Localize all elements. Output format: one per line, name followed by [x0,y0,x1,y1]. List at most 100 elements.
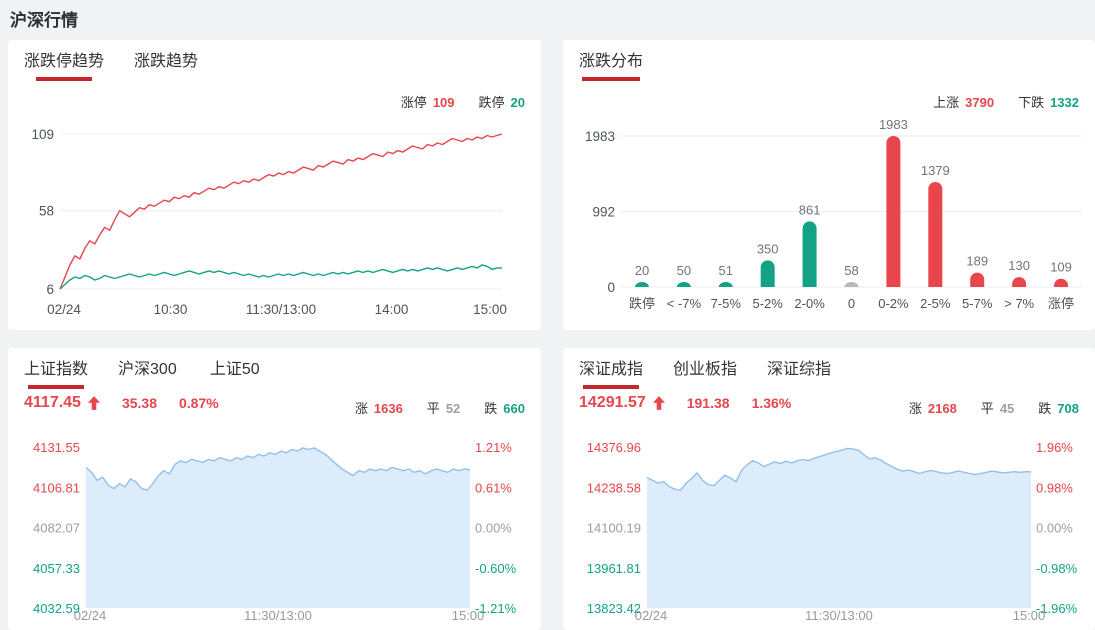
svg-text:14376.96: 14376.96 [587,440,641,455]
limit-trend-tabs: 涨跌停趋势 涨跌趋势 [24,52,198,81]
sh-index-tabs: 上证指数 沪深300 上证50 [24,360,263,389]
tab-label: 深证成指 [579,361,644,378]
sz-index-panel: 深证成指 创业板指 深证综指 14291.57 191.38 1.36% 涨 2… [563,348,1095,630]
sh-index-breadth: 涨 1636 平 52 跌 660 [355,398,525,417]
active-tab-underline [28,385,84,389]
flat-count-stat: 平 52 [426,401,461,416]
svg-text:189: 189 [966,254,988,269]
sz-index-change: 191.38 [686,395,730,411]
svg-text:7-5%: 7-5% [711,296,742,311]
tab-sh-composite[interactable]: 上证指数 [24,360,88,389]
sh-index-panel: 上证指数 沪深300 上证50 4117.45 35.38 0.87% 涨 16… [8,348,541,630]
svg-text:130: 130 [1008,258,1030,273]
distribution-chart: 0 992 1983 20 跌停 50 < -7% 51 7-5% 350 5-2% 861 2-0% 5… [585,117,1082,311]
svg-text:58: 58 [844,263,858,278]
svg-text:13961.81: 13961.81 [587,561,641,576]
svg-text:861: 861 [799,202,821,217]
tab-sz-component[interactable]: 深证成指 [579,360,643,389]
decliners-label: 下跌 [1018,95,1045,110]
svg-text:1983: 1983 [585,129,615,144]
tab-label: 沪深300 [118,361,177,378]
svg-text:跌停: 跌停 [629,296,655,311]
svg-text:992: 992 [592,204,615,219]
advancers-stat: 上涨 3790 [933,92,994,111]
svg-text:4082.07: 4082.07 [33,521,80,536]
limit-down-value: 20 [510,95,525,110]
title-underline [582,77,640,81]
limit-down-stat: 跌停 20 [479,92,525,111]
svg-text:0.61%: 0.61% [475,480,512,495]
tab-label: 上证指数 [24,361,89,378]
svg-text:109: 109 [1050,260,1072,275]
page-title: 沪深行情 [10,11,78,30]
sz-index-quote: 14291.57 191.38 1.36% [579,394,791,412]
up-count-stat: 涨 1636 [354,401,403,416]
svg-text:350: 350 [757,241,779,256]
sz-index-breadth: 涨 2168 平 45 跌 708 [909,398,1079,417]
tab-updown-trend[interactable]: 涨跌趋势 [134,52,198,81]
svg-text:15:00: 15:00 [473,302,507,317]
limit-up-label: 涨停 [400,95,427,110]
sz-index-price: 14291.57 [579,394,646,411]
svg-text:4131.55: 4131.55 [33,440,80,455]
svg-text:> 7%: > 7% [1004,296,1034,311]
distribution-legend: 上涨 3790 下跌 1332 [933,92,1079,111]
tab-csi300[interactable]: 沪深300 [118,360,177,389]
decliners-stat: 下跌 1332 [1018,92,1079,111]
svg-text:2-5%: 2-5% [920,296,951,311]
up-arrow-icon [87,396,100,410]
limit-up-stat: 涨停 109 [401,92,455,111]
svg-text:涨停: 涨停 [1048,296,1074,311]
svg-text:-0.98%: -0.98% [1036,561,1078,576]
tab-label: 创业板指 [673,361,738,378]
up-arrow-icon [652,396,665,410]
active-tab-underline [583,385,639,389]
tab-sse50[interactable]: 上证50 [207,360,263,389]
tab-label: 涨跌停趋势 [24,53,105,70]
sh-index-price: 4117.45 [24,394,81,411]
svg-text:< -7%: < -7% [667,296,702,311]
svg-text:1379: 1379 [921,163,950,178]
up-count-stat: 涨 2168 [908,401,957,416]
svg-text:02/24: 02/24 [635,608,668,623]
svg-text:58: 58 [39,204,54,219]
sh-index-quote: 4117.45 35.38 0.87% [24,394,219,412]
svg-text:14238.58: 14238.58 [587,480,641,495]
panel-title-distribution: 涨跌分布 [579,52,643,81]
panel-title-label: 涨跌分布 [579,53,644,70]
svg-text:02/24: 02/24 [47,302,81,317]
sh-index-chart: 4131.55 1.21% 4106.81 0.61% 4082.07 0.00% 4057… [33,440,517,623]
sh-index-percent: 0.87% [179,395,219,411]
distribution-header: 涨跌分布 [579,52,643,81]
svg-text:51: 51 [719,263,733,278]
down-count-stat: 跌 660 [484,401,525,416]
svg-text:2-0%: 2-0% [794,296,825,311]
tab-sz-composite[interactable]: 深证综指 [767,360,831,389]
svg-text:13823.42: 13823.42 [587,601,641,616]
svg-text:-0.60%: -0.60% [475,561,517,576]
svg-text:1.96%: 1.96% [1036,440,1073,455]
svg-text:15:00: 15:00 [452,608,485,623]
tab-label: 上证50 [209,361,260,378]
tab-chinext[interactable]: 创业板指 [673,360,737,389]
svg-text:15:00: 15:00 [1013,608,1046,623]
svg-text:0.98%: 0.98% [1036,480,1073,495]
sz-index-percent: 1.36% [751,395,792,411]
flat-count-stat: 平 45 [980,401,1015,416]
svg-text:1983: 1983 [879,117,908,132]
tab-label: 深证综指 [767,361,832,378]
svg-text:20: 20 [635,263,649,278]
active-tab-underline [36,77,92,81]
limit-trend-panel: 涨跌停趋势 涨跌趋势 涨停 109 跌停 20 6 58 109 02/24 10:30… [8,40,541,330]
svg-text:1.21%: 1.21% [475,440,512,455]
svg-text:10:30: 10:30 [154,302,188,317]
sh-index-change: 35.38 [121,395,157,411]
svg-text:11:30/13:00: 11:30/13:00 [244,608,312,623]
svg-text:6: 6 [46,282,54,297]
svg-text:0: 0 [848,296,855,311]
svg-text:50: 50 [677,263,691,278]
tab-limit-updown-trend[interactable]: 涨跌停趋势 [24,52,104,81]
svg-text:4057.33: 4057.33 [33,561,80,576]
svg-text:11:30/13:00: 11:30/13:00 [246,302,316,317]
svg-text:14100.19: 14100.19 [587,521,641,536]
